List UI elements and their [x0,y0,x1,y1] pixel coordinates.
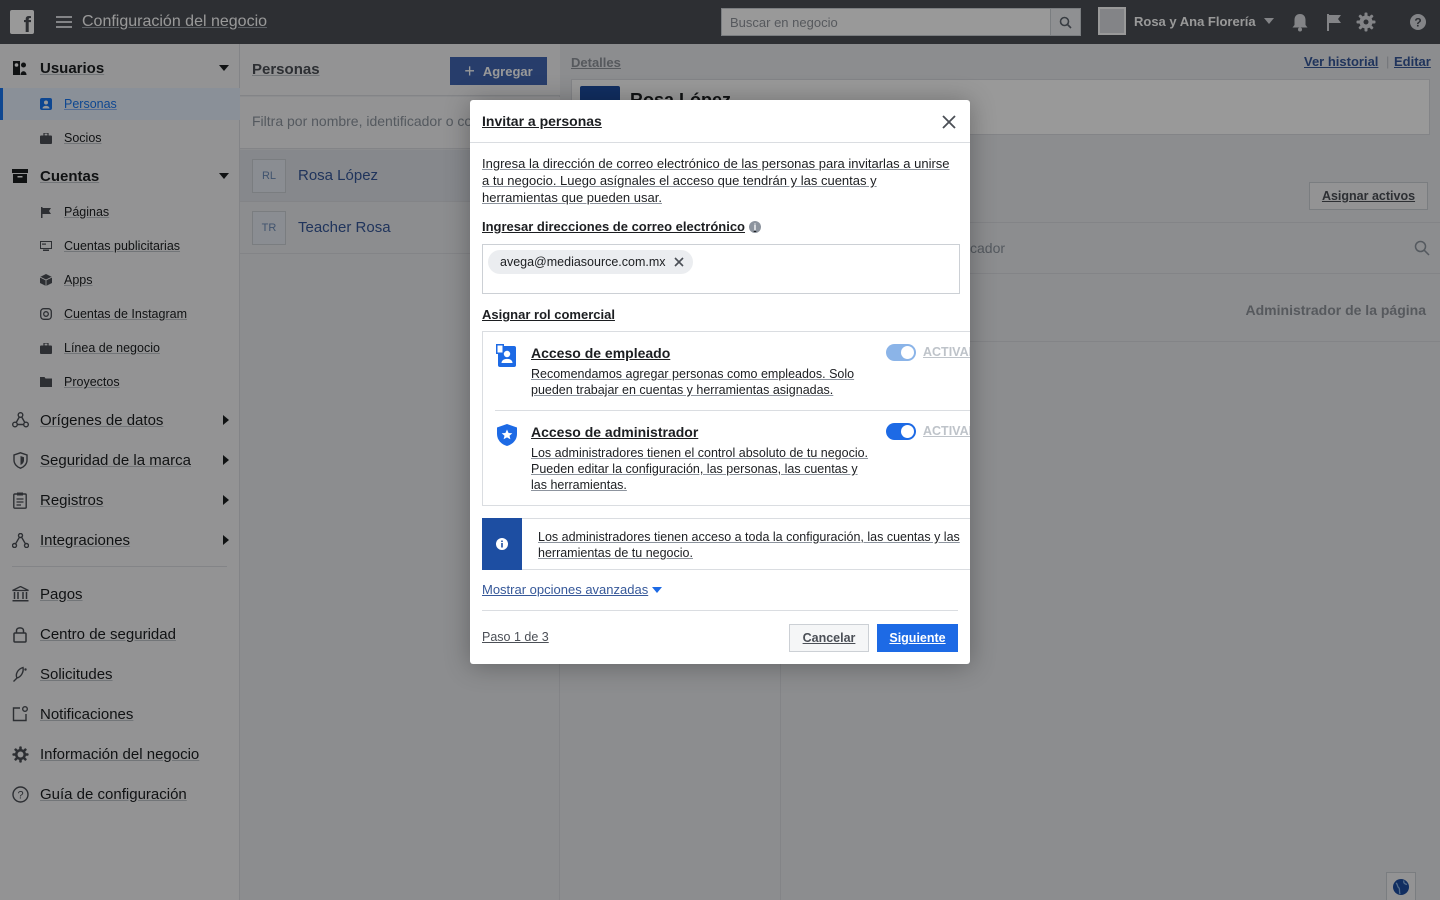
dialog-header: Invitar a personas [470,100,970,143]
employee-toggle-label: ACTIVADO [923,345,970,359]
employee-access-toggle[interactable] [886,344,916,361]
email-field[interactable]: avega@mediasource.com.mx [482,244,960,294]
advanced-options-label: Mostrar opciones avanzadas [482,582,649,597]
role-divider [495,410,970,411]
email-label: Ingresar direcciones de correo electróni… [482,219,761,234]
dialog-intro: Ingresa la dirección de correo electróni… [482,156,950,205]
admin-notice-text: Los administradores tienen acceso a toda… [538,530,960,560]
remove-chip-icon[interactable] [673,257,684,267]
employee-badge-icon [496,344,518,368]
advanced-options-link[interactable]: Mostrar opciones avanzadas [482,582,663,597]
chevron-down-icon [652,586,663,593]
employee-role-desc: Recomendamos agregar personas como emple… [531,367,855,397]
info-icon[interactable]: i [749,220,761,233]
next-button[interactable]: Siguiente [877,624,958,652]
step-indicator: Paso 1 de 3 [482,630,549,644]
role-label: Asignar rol comercial [482,307,615,322]
admin-notice: Los administradores tienen acceso a toda… [482,518,970,570]
admin-toggle-label: ACTIVADO [923,424,970,438]
email-label-text: Ingresar direcciones de correo electróni… [482,219,745,234]
close-icon[interactable] [940,113,958,131]
email-chip-text: avega@mediasource.com.mx [500,255,666,269]
dialog-title: Invitar a personas [482,113,602,129]
footer-divider [482,610,958,611]
admin-role-title: Acceso de administrador [531,424,699,440]
invite-people-dialog: Invitar a personas Ingresa la dirección … [470,100,970,664]
role-options: Acceso de empleado Recomendamos agregar … [482,331,970,506]
email-chip: avega@mediasource.com.mx [488,250,693,274]
admin-role-desc: Los administradores tienen el control ab… [531,446,869,492]
info-icon [482,518,522,570]
admin-access-toggle[interactable] [886,423,916,440]
admin-shield-icon [496,423,518,447]
employee-role-title: Acceso de empleado [531,345,671,361]
cancel-button[interactable]: Cancelar [789,624,869,652]
